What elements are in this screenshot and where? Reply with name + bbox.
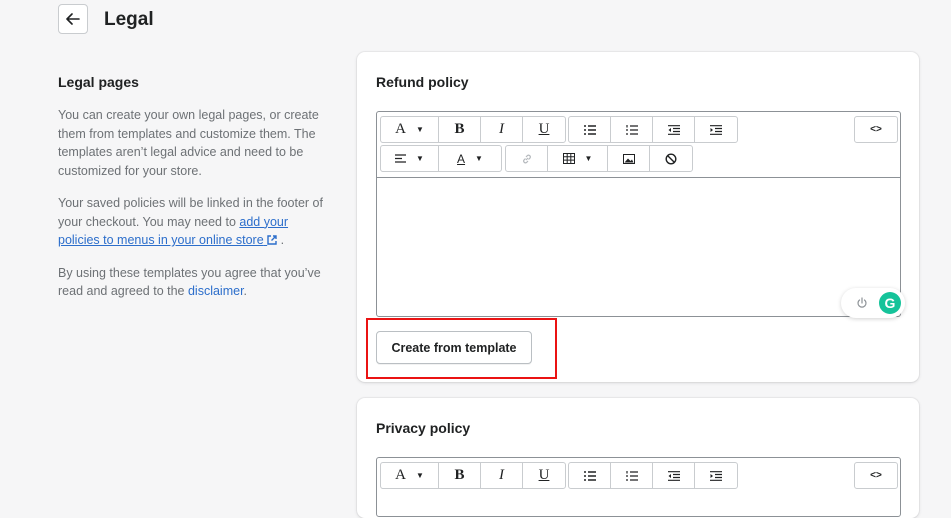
numbered-list-button[interactable]	[611, 117, 653, 142]
grammarly-icon[interactable]: G	[879, 292, 901, 314]
indent-button[interactable]	[695, 463, 737, 488]
text-color-dropdown[interactable]: A ▼	[439, 146, 501, 171]
arrow-left-icon	[66, 13, 80, 25]
html-group: <>	[854, 116, 898, 143]
refund-policy-editor: A ▼ B I U <> ▼ A ▼ ▼	[376, 111, 901, 317]
refund-policy-title: Refund policy	[376, 74, 469, 90]
outdent-button[interactable]	[653, 117, 695, 142]
font-dropdown[interactable]: A ▼	[381, 117, 439, 142]
underline-button[interactable]: U	[523, 117, 565, 142]
description-paragraph-1: You can create your own legal pages, or …	[58, 108, 319, 178]
underline-button[interactable]: U	[523, 463, 565, 488]
page-title: Legal	[104, 9, 154, 30]
outdent-button[interactable]	[653, 463, 695, 488]
code-view-button[interactable]: <>	[855, 463, 897, 488]
legal-pages-description: Legal pages You can create your own lega…	[58, 70, 328, 315]
code-view-button[interactable]: <>	[855, 117, 897, 142]
back-button[interactable]	[58, 4, 88, 34]
italic-button[interactable]: I	[481, 117, 523, 142]
chevron-down-icon: ▼	[415, 471, 424, 480]
numbered-list-icon	[625, 124, 638, 135]
format-group: A ▼ B I U	[380, 462, 566, 489]
clear-formatting-button[interactable]	[650, 146, 692, 171]
list-group	[568, 462, 738, 489]
table-icon	[562, 153, 575, 164]
indent-button[interactable]	[695, 117, 737, 142]
chevron-down-icon: ▼	[416, 154, 424, 163]
bulleted-list-button[interactable]	[569, 463, 611, 488]
bold-button[interactable]: B	[439, 117, 481, 142]
align-icon	[395, 154, 407, 163]
bulleted-list-icon	[583, 470, 596, 481]
bold-button[interactable]: B	[439, 463, 481, 488]
external-link-icon	[267, 235, 277, 245]
privacy-policy-card: Privacy policy A ▼ B I U <>	[357, 398, 919, 518]
table-dropdown[interactable]: ▼	[548, 146, 608, 171]
html-group: <>	[854, 462, 898, 489]
privacy-policy-editor: A ▼ B I U <>	[376, 457, 901, 517]
chevron-down-icon: ▼	[475, 154, 483, 163]
indent-icon	[710, 124, 722, 135]
italic-button[interactable]: I	[481, 463, 523, 488]
link-button[interactable]	[506, 146, 548, 171]
image-icon	[622, 153, 635, 164]
clear-format-icon	[665, 152, 677, 165]
description-paragraph-3: By using these templates you agree that …	[58, 265, 321, 299]
format-group: A ▼ B I U	[380, 116, 566, 143]
chevron-down-icon: ▼	[584, 154, 593, 163]
font-dropdown[interactable]: A ▼	[381, 463, 439, 488]
list-group	[568, 116, 738, 143]
disclaimer-link[interactable]: disclaimer	[188, 284, 244, 298]
refund-policy-text-area[interactable]	[377, 177, 900, 316]
outdent-icon	[667, 470, 680, 481]
insert-group: ▼	[505, 145, 693, 172]
style-group: ▼ A ▼	[380, 145, 502, 172]
text-color-icon: A	[457, 151, 466, 166]
numbered-list-icon	[625, 470, 638, 481]
power-icon[interactable]	[853, 294, 871, 312]
description-paragraph-2: Your saved policies will be linked in th…	[58, 196, 323, 247]
link-icon	[522, 154, 531, 163]
grammarly-widget[interactable]: G	[841, 288, 905, 318]
privacy-policy-title: Privacy policy	[376, 420, 471, 436]
numbered-list-button[interactable]	[611, 463, 653, 488]
section-title: Legal pages	[58, 74, 139, 90]
bulleted-list-icon	[583, 124, 596, 135]
bulleted-list-button[interactable]	[569, 117, 611, 142]
image-button[interactable]	[608, 146, 650, 171]
chevron-down-icon: ▼	[415, 125, 424, 134]
outdent-icon	[667, 124, 680, 135]
indent-icon	[710, 470, 722, 481]
highlight-box	[366, 318, 557, 379]
align-dropdown[interactable]: ▼	[381, 146, 439, 171]
